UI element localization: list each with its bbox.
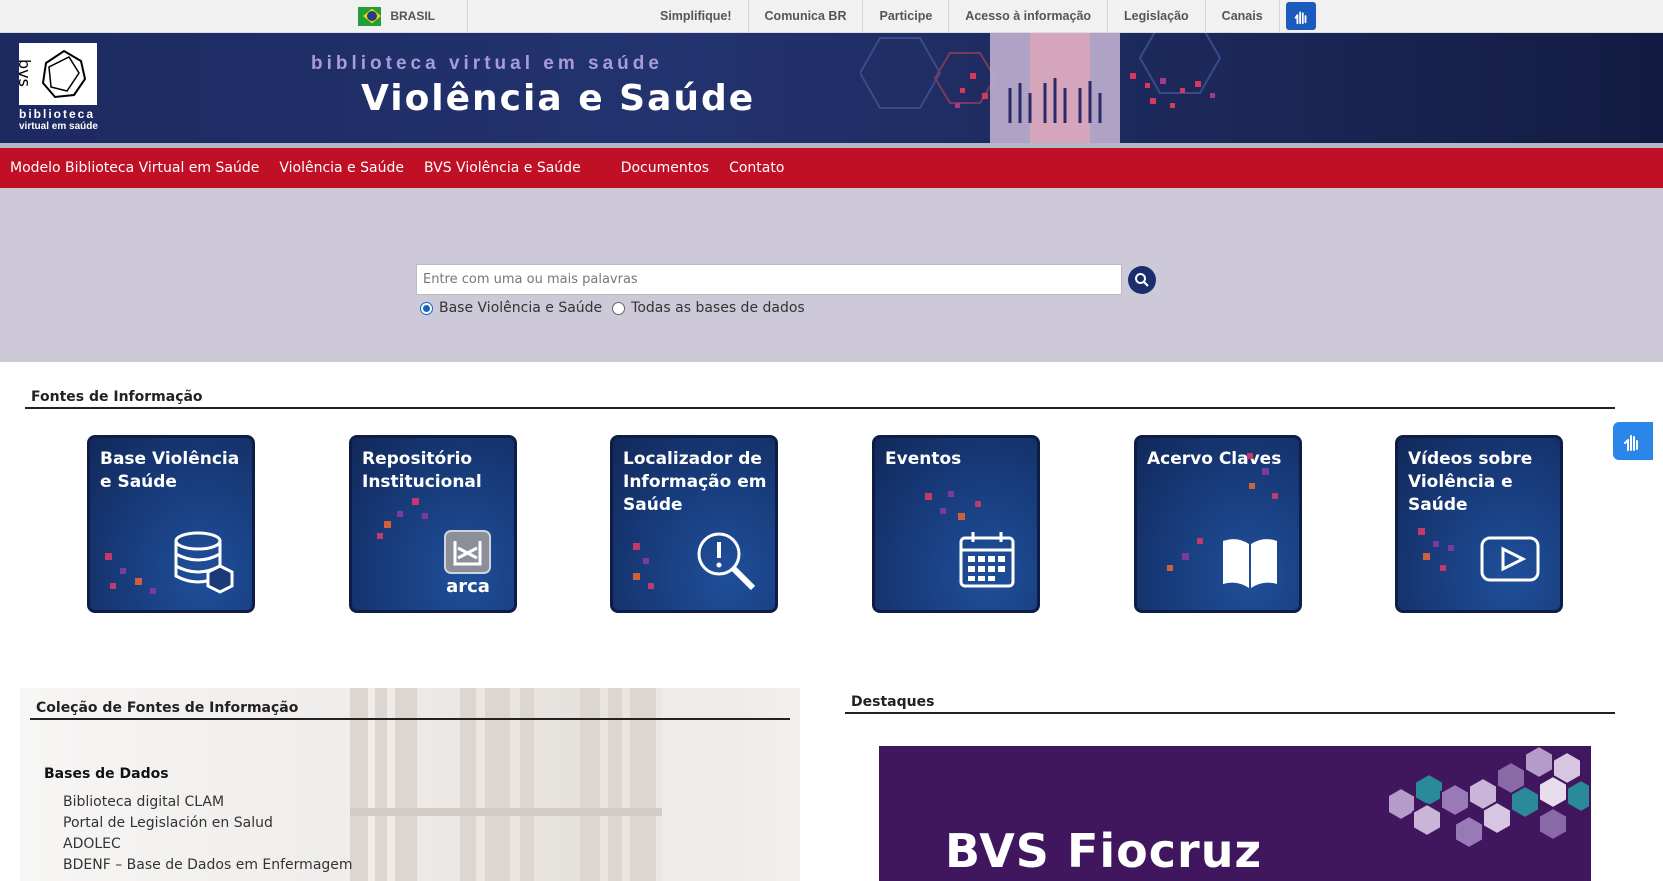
radio-base-violencia[interactable]: [420, 301, 433, 315]
list-item[interactable]: Biblioteca digital CLAM: [63, 792, 353, 813]
tile-label: Localizador de Informação em Saúde: [623, 449, 767, 515]
search-input[interactable]: [416, 264, 1122, 295]
tile-acervo-claves[interactable]: Acervo Claves: [1134, 435, 1302, 613]
tile-label: Eventos: [885, 449, 962, 469]
tile-repositorio[interactable]: Repositório Institucional arca: [349, 435, 517, 613]
radio-label-todas: Todas as bases de dados: [631, 300, 805, 316]
sign-language-icon: [1624, 435, 1638, 451]
collection-list: Biblioteca digital CLAM Portal de Legisl…: [63, 792, 353, 876]
gov-link-canais[interactable]: Canais: [1206, 0, 1280, 32]
search-scope: Base Violência e Saúde Todas as bases de…: [420, 300, 815, 316]
list-item[interactable]: Portal de Legislación en Salud: [63, 813, 353, 834]
page-title: Violência e Saúde: [361, 78, 756, 119]
gov-link-legislacao[interactable]: Legislação: [1108, 0, 1206, 32]
promo-text: BVS Fiocruz: [945, 824, 1263, 878]
logo-line1: biblioteca: [19, 107, 96, 121]
banner-kicker: biblioteca virtual em saúde: [311, 53, 663, 74]
nav-item-modelo[interactable]: Modelo Biblioteca Virtual em Saúde: [0, 160, 269, 176]
sign-language-icon[interactable]: [1285, 2, 1316, 30]
gov-bar: BRASIL Simplifique! Comunica BR Particip…: [0, 0, 1663, 33]
search-alert-icon: [697, 532, 756, 591]
gov-link-comunica[interactable]: Comunica BR: [749, 0, 864, 32]
tile-label: Repositório Institucional: [362, 449, 482, 492]
database-icon: [174, 531, 234, 594]
list-item[interactable]: BDENF – Base de Dados em Enfermagem: [63, 855, 353, 876]
radio-todas-bases[interactable]: [612, 301, 626, 315]
tile-base-violencia[interactable]: Base Violência e Saúde: [87, 435, 255, 613]
logo-line2: virtual em saúde: [19, 121, 98, 132]
arca-icon: arca: [444, 530, 491, 596]
tile-localizador[interactable]: Localizador de Informação em Saúde: [610, 435, 778, 613]
svg-text:arca: arca: [446, 576, 490, 596]
tile-videos[interactable]: Vídeos sobre Violência e Saúde: [1395, 435, 1563, 613]
nav-item-bvs-violencia[interactable]: BVS Violência e Saúde: [414, 160, 591, 176]
banner-artwork-icon: [860, 33, 1222, 143]
play-icon: [1480, 536, 1540, 582]
radio-label-base: Base Violência e Saúde: [439, 300, 603, 316]
logo-mark-text: bvs: [19, 59, 34, 87]
gov-links: Simplifique! Comunica BR Participe Acess…: [644, 0, 1316, 32]
sources-heading: Fontes de Informação: [25, 389, 1615, 409]
collection-subheading: Bases de Dados: [44, 766, 169, 782]
accessibility-widget-button[interactable]: [1613, 422, 1653, 460]
gov-link-simplifique[interactable]: Simplifique!: [644, 0, 749, 32]
gov-link-participe[interactable]: Participe: [863, 0, 950, 32]
main-nav: Modelo Biblioteca Virtual em Saúde Violê…: [0, 148, 1663, 188]
highlights-heading: Destaques: [845, 694, 1615, 714]
tile-label: Base Violência e Saúde: [100, 449, 240, 492]
country-link[interactable]: BRASIL: [358, 0, 468, 32]
book-icon: [1223, 539, 1277, 588]
brazil-flag-icon: [358, 6, 382, 26]
collection-heading: Coleção de Fontes de Informação: [30, 700, 790, 720]
list-item[interactable]: ADOLEC: [63, 834, 353, 855]
header-banner: bvs biblioteca virtual em saúde bibliote…: [0, 33, 1663, 143]
nav-item-violencia[interactable]: Violência e Saúde: [269, 160, 414, 176]
hexagon-pattern-icon: [1389, 746, 1589, 850]
nav-item-documentos[interactable]: Documentos: [611, 160, 719, 176]
tile-eventos[interactable]: Eventos: [872, 435, 1040, 613]
tile-label: Vídeos sobre Violência e Saúde: [1408, 449, 1533, 515]
promo-banner[interactable]: BVS Fiocruz: [879, 746, 1591, 881]
gov-link-acesso[interactable]: Acesso à informação: [949, 0, 1109, 32]
bvs-logo[interactable]: bvs biblioteca virtual em saúde: [15, 43, 99, 133]
nav-item-contato[interactable]: Contato: [719, 160, 794, 176]
search-area: Base Violência e Saúde Todas as bases de…: [0, 188, 1663, 362]
calendar-icon: [959, 532, 1015, 588]
search-icon: [1135, 273, 1149, 287]
search-button[interactable]: [1128, 266, 1156, 294]
country-label: BRASIL: [390, 9, 435, 23]
